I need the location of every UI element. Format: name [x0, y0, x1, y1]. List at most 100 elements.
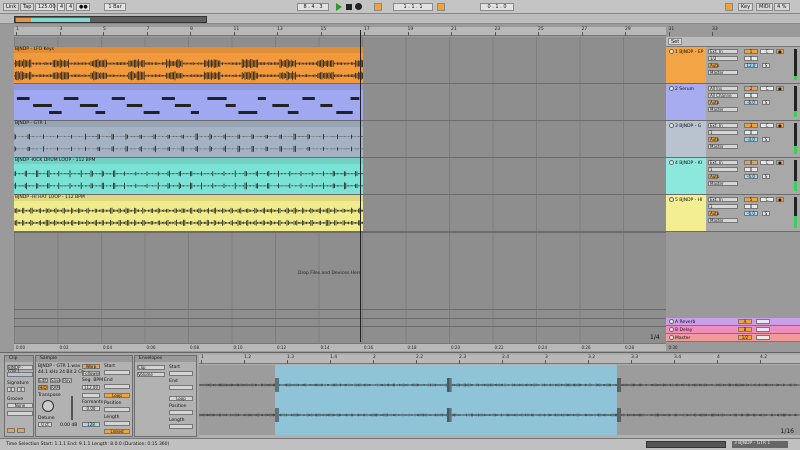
arm-button[interactable]: ● [776, 123, 784, 128]
groove-commit[interactable] [7, 411, 33, 416]
groove-select[interactable]: None [7, 403, 33, 408]
track-volume-field[interactable]: 0 [744, 130, 758, 135]
return-number-button[interactable]: A [738, 319, 752, 324]
output-select[interactable]: Master [708, 181, 738, 186]
output-select[interactable]: Master [708, 107, 738, 112]
signature-denominator[interactable]: 4 [66, 3, 74, 11]
detune-field[interactable]: 0 ct [38, 422, 52, 427]
output-select[interactable]: Master [708, 218, 738, 223]
track-pan-field[interactable]: C [760, 160, 774, 165]
quantization-select[interactable]: 1 Bar [104, 3, 126, 11]
env-length-field[interactable] [169, 424, 193, 429]
input-type-select[interactable]: All Ins [708, 86, 738, 91]
formants-toggle[interactable] [82, 393, 100, 398]
key-map-button[interactable]: Key [738, 3, 754, 11]
monitor-auto-button[interactable]: Auto [708, 211, 719, 216]
monitor-auto-button[interactable]: Auto [708, 63, 719, 68]
seg-bpm-field[interactable]: 112.00 [82, 385, 100, 390]
transpose-knob[interactable] [42, 400, 54, 412]
formants-field[interactable]: 0.00 [82, 406, 100, 411]
clip-color[interactable] [7, 372, 33, 377]
arm-button[interactable]: ● [776, 49, 784, 54]
track-send-field[interactable]: 12.0 [744, 63, 758, 68]
track-activator-icon[interactable] [669, 49, 674, 54]
output-select[interactable]: Master [708, 70, 738, 75]
track-volume-field[interactable]: 0 [744, 167, 758, 172]
return-volume-field[interactable] [756, 335, 770, 340]
position-field[interactable] [104, 407, 130, 412]
track-send-field[interactable]: -6.0 [744, 174, 758, 179]
env-position-field[interactable] [169, 410, 193, 415]
track-pan-field[interactable]: C [760, 197, 774, 202]
track-volume-field[interactable]: 0 [744, 204, 758, 209]
track-name[interactable]: 1 BJNDP - EP [666, 47, 706, 83]
env-start-field[interactable] [169, 371, 193, 376]
key-map-icon[interactable] [725, 3, 733, 11]
input-type-select[interactable]: Ext. In [708, 49, 738, 54]
tap-button[interactable]: Tap [20, 3, 35, 11]
return-activator-icon[interactable] [669, 335, 674, 340]
return-track[interactable]: A Reverb A [666, 318, 800, 326]
clip-activator-icon[interactable] [7, 428, 15, 433]
track-name[interactable]: 4 BJNDP - KI [666, 158, 706, 194]
arm-button[interactable]: ● [776, 160, 784, 165]
sample-editor[interactable]: 1 1.2 1.3 1.4 2 2.2 2.3 2.4 3 3.2 3.3 3.4 4 4.2 1/16 [199, 354, 800, 438]
arrangement-view[interactable]: BJNDP - LFO Keys BJNDP - GTR 1 BJNDP -KICK… [14, 37, 666, 345]
track-volume-field[interactable]: 0 [744, 93, 758, 98]
ram-button[interactable]: RAM [50, 385, 60, 390]
monitor-auto-button[interactable]: Auto [708, 100, 719, 105]
clip-sig-den[interactable]: 4 [17, 387, 25, 392]
clip-sig-num[interactable]: 4 [7, 387, 15, 392]
link-button[interactable]: Link [3, 3, 20, 11]
record-icon[interactable] [355, 3, 362, 10]
solo-button[interactable]: S [762, 211, 770, 216]
track-pan-field[interactable]: C [760, 123, 774, 128]
midi-map-button[interactable]: MIDI [756, 3, 774, 11]
track-send-field[interactable]: -6.0 [744, 211, 758, 216]
monitor-auto-button[interactable]: Auto [708, 137, 719, 142]
track-number-button[interactable]: 2 [744, 86, 758, 91]
solo-button[interactable]: S [762, 137, 770, 142]
track-number-button[interactable]: 3 [744, 123, 758, 128]
arm-button[interactable]: ● [776, 197, 784, 202]
audio-clip[interactable]: BJNDP -HI HAT LOOP - 112 BPM [14, 195, 363, 231]
monitor-auto-button[interactable]: Auto [708, 174, 719, 179]
track-number-button[interactable]: 4 [744, 160, 758, 165]
track-pan-field[interactable]: C [760, 86, 774, 91]
output-select[interactable]: Master [708, 144, 738, 149]
return-track[interactable]: Master 1/2 [666, 334, 800, 342]
clip-launch-icon[interactable] [17, 428, 25, 433]
arm-button[interactable]: ● [776, 86, 784, 91]
loop-length-field[interactable]: 0 . 1 . 0 [480, 3, 514, 11]
track-lane[interactable]: BJNDP - GTR 1 [14, 121, 666, 158]
warp-button[interactable]: Warp [82, 364, 100, 369]
track-pan-field[interactable]: C [760, 49, 774, 54]
time-ruler[interactable]: 0:00 0:02 0:04 0:06 0:08 0:10 0:12 0:14 0:16 0:18… [14, 343, 677, 351]
track-lane[interactable]: BJNDP -KICK DRUM LOOP - 112 BPM [14, 158, 666, 195]
audio-clip[interactable]: BJNDP - GTR 1 [14, 121, 363, 157]
return-activator-icon[interactable] [669, 327, 674, 332]
clip-name-field[interactable]: BJNDP - GTR 1 [7, 365, 33, 374]
return-activator-icon[interactable] [669, 319, 674, 324]
input-type-select[interactable]: Ext. In [708, 123, 738, 128]
track-number-button[interactable]: 1 [744, 49, 758, 54]
input-channel-select[interactable]: 1 [708, 204, 738, 209]
return-track[interactable]: B Delay B [666, 326, 800, 334]
solo-button[interactable]: S [762, 174, 770, 179]
track-header[interactable]: 1 BJNDP - EP Ext. In 1/2 Auto Master 1 0… [666, 47, 800, 84]
track-send-field[interactable]: -6.0 [744, 100, 758, 105]
envelope-device-select[interactable]: Clip [137, 365, 165, 370]
audio-clip[interactable]: BJNDP -KICK DRUM LOOP - 112 BPM [14, 158, 363, 194]
tempo-field[interactable]: 125.00 [35, 3, 56, 11]
return-volume-field[interactable] [756, 327, 770, 332]
warp-mode-select[interactable]: Follower [82, 371, 100, 376]
arrangement-overview[interactable] [0, 14, 800, 24]
sample-waveform-area[interactable] [199, 365, 800, 435]
track-activator-icon[interactable] [669, 197, 674, 202]
return-number-button[interactable]: 1/2 [738, 335, 752, 340]
track-header[interactable]: 2 Serum All Ins All Channe Auto Master 2… [666, 84, 800, 121]
volume-slider[interactable] [71, 396, 73, 420]
overview-window[interactable] [14, 16, 207, 23]
edit-button[interactable]: Edit [38, 378, 48, 383]
input-channel-select[interactable]: 1 [708, 167, 738, 172]
